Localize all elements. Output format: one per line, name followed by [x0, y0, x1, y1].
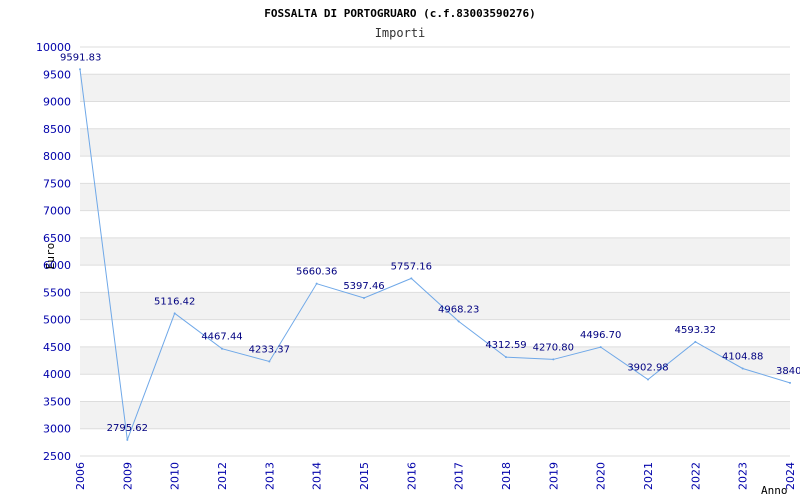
- x-tick-label: 2016: [405, 462, 418, 490]
- x-tick-label: 2018: [500, 462, 513, 490]
- x-tick-label: 2010: [169, 462, 182, 490]
- y-tick-label: 3500: [43, 395, 71, 408]
- plot-band: [80, 401, 790, 429]
- x-tick-label: 2023: [737, 462, 750, 490]
- data-label: 4270.80: [533, 342, 574, 353]
- x-tick-label: 2019: [547, 462, 560, 490]
- data-point: [315, 282, 318, 285]
- plot-band: [80, 128, 790, 157]
- x-tick-label: 2009: [121, 462, 134, 490]
- data-label: 4104.88: [722, 351, 763, 362]
- data-point: [647, 378, 649, 381]
- data-label: 3840.9: [776, 366, 800, 377]
- data-point: [268, 360, 271, 363]
- y-tick-label: 5500: [43, 286, 71, 299]
- data-point: [221, 347, 223, 350]
- y-tick-label: 2500: [43, 450, 71, 463]
- data-point: [599, 346, 602, 349]
- data-label: 5660.36: [296, 267, 337, 278]
- y-tick-label: 8500: [43, 123, 71, 136]
- chart-subtitle: Importi: [375, 26, 426, 40]
- data-label: 4593.32: [675, 325, 716, 336]
- data-point: [126, 438, 129, 441]
- y-tick-label: 7500: [43, 177, 71, 190]
- data-label: 2795.62: [107, 423, 148, 434]
- plot-band: [80, 237, 790, 266]
- data-point: [505, 356, 507, 359]
- data-point: [694, 340, 697, 343]
- x-tick-label: 2015: [358, 462, 371, 490]
- y-tick-label: 9000: [43, 96, 71, 109]
- x-axis-title: Anno: [761, 484, 788, 497]
- line-chart: 2500300035004000450050005500600065007000…: [36, 7, 800, 497]
- x-tick-label: 2013: [263, 462, 276, 490]
- y-tick-label: 4000: [43, 368, 71, 381]
- data-label: 5116.42: [154, 296, 195, 307]
- y-tick-label: 3000: [43, 423, 71, 436]
- data-label: 5757.16: [391, 261, 432, 272]
- x-tick-label: 2012: [216, 462, 229, 490]
- data-point: [789, 381, 791, 384]
- y-tick-label: 9500: [43, 68, 71, 81]
- x-tick-label: 2017: [453, 462, 466, 490]
- plot-background-bands: [80, 74, 790, 429]
- data-label: 4496.70: [580, 330, 621, 341]
- data-label: 4467.44: [201, 332, 242, 343]
- y-tick-label: 8000: [43, 150, 71, 163]
- x-tick-label: 2020: [595, 462, 608, 490]
- data-point: [173, 312, 176, 315]
- x-axis-ticks: 2006 2009 2010 2012 2013 2014 2015 2016 2017 2018…: [74, 462, 797, 490]
- plot-band: [80, 183, 790, 211]
- data-point: [457, 320, 460, 323]
- plot-band: [80, 74, 790, 102]
- x-tick-label: 2014: [311, 462, 324, 490]
- chart-title: FOSSALTA DI PORTOGRUARO (c.f.83003590276…: [264, 7, 536, 20]
- data-label: 3902.98: [627, 362, 668, 373]
- y-tick-label: 7000: [43, 205, 71, 218]
- data-label: 9591.83: [60, 52, 101, 63]
- data-point: [363, 296, 365, 299]
- data-point: [410, 277, 413, 280]
- data-label: 5397.46: [343, 281, 384, 292]
- data-point: [552, 358, 555, 361]
- data-label: 4968.23: [438, 304, 479, 315]
- x-tick-label: 2021: [642, 462, 655, 490]
- y-axis-title: Euro: [44, 243, 57, 270]
- data-point: [741, 367, 744, 370]
- x-tick-label: 2006: [74, 462, 87, 490]
- data-label: 4312.59: [485, 340, 526, 351]
- y-tick-label: 4500: [43, 341, 71, 354]
- x-tick-label: 2022: [689, 462, 702, 490]
- data-label: 4233.37: [249, 344, 290, 355]
- data-point: [79, 68, 81, 71]
- y-tick-label: 5000: [43, 314, 71, 327]
